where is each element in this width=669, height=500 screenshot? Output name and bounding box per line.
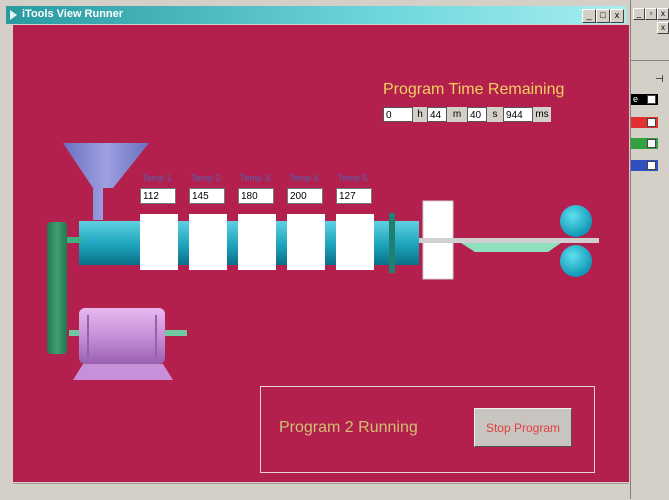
panel-item-e[interactable]: e: [631, 94, 658, 105]
barrel-shaft: [67, 237, 81, 243]
panel-red-checkbox[interactable]: [647, 118, 656, 127]
heater-zone-2: [189, 214, 227, 270]
lower-roller: [560, 245, 592, 277]
panel-item-label: e: [633, 94, 639, 104]
zone-1-value: 112: [140, 188, 176, 204]
panel-item-green[interactable]: [631, 138, 658, 149]
panel-minimize-button[interactable]: _: [633, 8, 645, 20]
heater-zone-1: [140, 214, 178, 270]
panel-item-checkbox[interactable]: [647, 95, 656, 104]
die-bolt: [389, 213, 395, 273]
maximize-button[interactable]: □: [596, 9, 610, 23]
panel-item-blue[interactable]: [631, 160, 658, 171]
program-status-panel: Program 2 Running Stop Program: [260, 386, 595, 473]
close-button[interactable]: x: [610, 9, 624, 23]
heater-zone-3: [238, 214, 276, 270]
hopper: [63, 143, 149, 220]
upper-roller: [560, 205, 592, 237]
heater-zone-4: [287, 214, 325, 270]
motor-body: [79, 308, 165, 364]
zone-3-label: Temp 3: [240, 173, 270, 183]
zone-2-label: Temp 2: [191, 173, 221, 183]
mimic-canvas: Program Time Remaining 0 h 44 m 40 s 944…: [13, 25, 629, 482]
title-bar[interactable]: iTools View Runner _ □ x: [6, 6, 626, 24]
minimize-button[interactable]: _: [582, 9, 596, 23]
program-status-text: Program 2 Running: [279, 419, 418, 436]
panel-close-button[interactable]: x: [657, 8, 669, 20]
panel-green-checkbox[interactable]: [647, 139, 656, 148]
zone-2-value: 145: [189, 188, 225, 204]
panel-item-red[interactable]: [631, 117, 658, 128]
window-title: iTools View Runner: [22, 8, 124, 20]
itools-window: iTools View Runner _ □ x Program Time Re…: [0, 0, 630, 500]
panel-blue-checkbox[interactable]: [647, 161, 656, 170]
pin-icon[interactable]: ⊣: [655, 74, 664, 85]
stop-program-button[interactable]: Stop Program: [474, 408, 572, 447]
zone-5-label: Temp 5: [338, 173, 368, 183]
drive-column: [47, 222, 67, 354]
panel-divider: [631, 60, 669, 61]
cooling-bath: [461, 243, 561, 252]
motor-base: [73, 364, 173, 380]
zone-3-value: 180: [238, 188, 274, 204]
heater-zone-5: [336, 214, 374, 270]
zone-4-label: Temp 4: [289, 173, 319, 183]
film-line: [419, 238, 599, 243]
zone-5-value: 127: [336, 188, 372, 204]
zone-1-label: Temp 1: [142, 173, 172, 183]
app-icon: [10, 10, 17, 20]
status-bar: [13, 483, 629, 500]
zone-4-value: 200: [287, 188, 323, 204]
panel-restore-button[interactable]: ▫: [645, 8, 657, 20]
panel-close-button-2[interactable]: x: [657, 22, 669, 34]
side-panel: _ ▫ x x ⊣ e: [630, 0, 669, 499]
